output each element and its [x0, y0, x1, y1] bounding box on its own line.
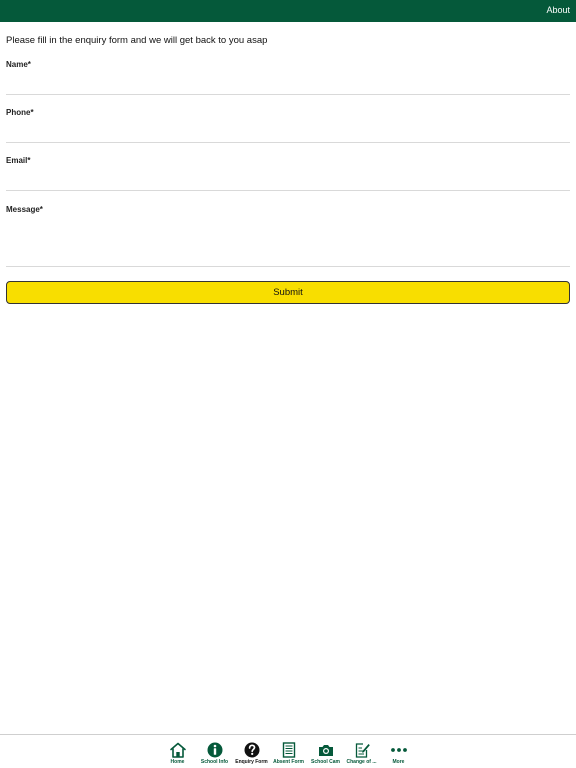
phone-field: Phone*: [6, 108, 570, 144]
top-navigation-bar: About: [0, 0, 576, 22]
edit-document-icon: [355, 743, 370, 758]
message-field: Message*: [6, 205, 570, 267]
more-icon: [390, 748, 407, 752]
home-icon: [169, 742, 186, 758]
message-field-label: Message*: [6, 205, 43, 214]
app-screen: About Please fill in the enquiry form an…: [0, 0, 576, 768]
submit-button[interactable]: Submit: [6, 281, 570, 304]
email-field-label: Email*: [6, 156, 31, 165]
phone-field-label: Phone*: [6, 108, 34, 117]
form-icon: [282, 742, 295, 758]
name-input[interactable]: [6, 72, 570, 95]
info-icon: [207, 742, 222, 758]
email-input[interactable]: [6, 168, 570, 191]
name-field: Name*: [6, 60, 570, 96]
email-field: Email*: [6, 156, 570, 192]
camera-icon: [318, 745, 333, 756]
tab-more-label: More: [392, 759, 405, 765]
phone-input[interactable]: [6, 120, 570, 143]
bottom-tab-bar: Home School Info Enquiry Form Absent For…: [0, 734, 576, 768]
question-icon: [244, 742, 259, 758]
about-link[interactable]: About: [546, 5, 570, 15]
enquiry-intro-text: Please fill in the enquiry form and we w…: [6, 35, 268, 46]
tab-more[interactable]: More: [380, 739, 417, 768]
name-field-label: Name*: [6, 60, 31, 69]
message-textarea[interactable]: [6, 217, 570, 267]
